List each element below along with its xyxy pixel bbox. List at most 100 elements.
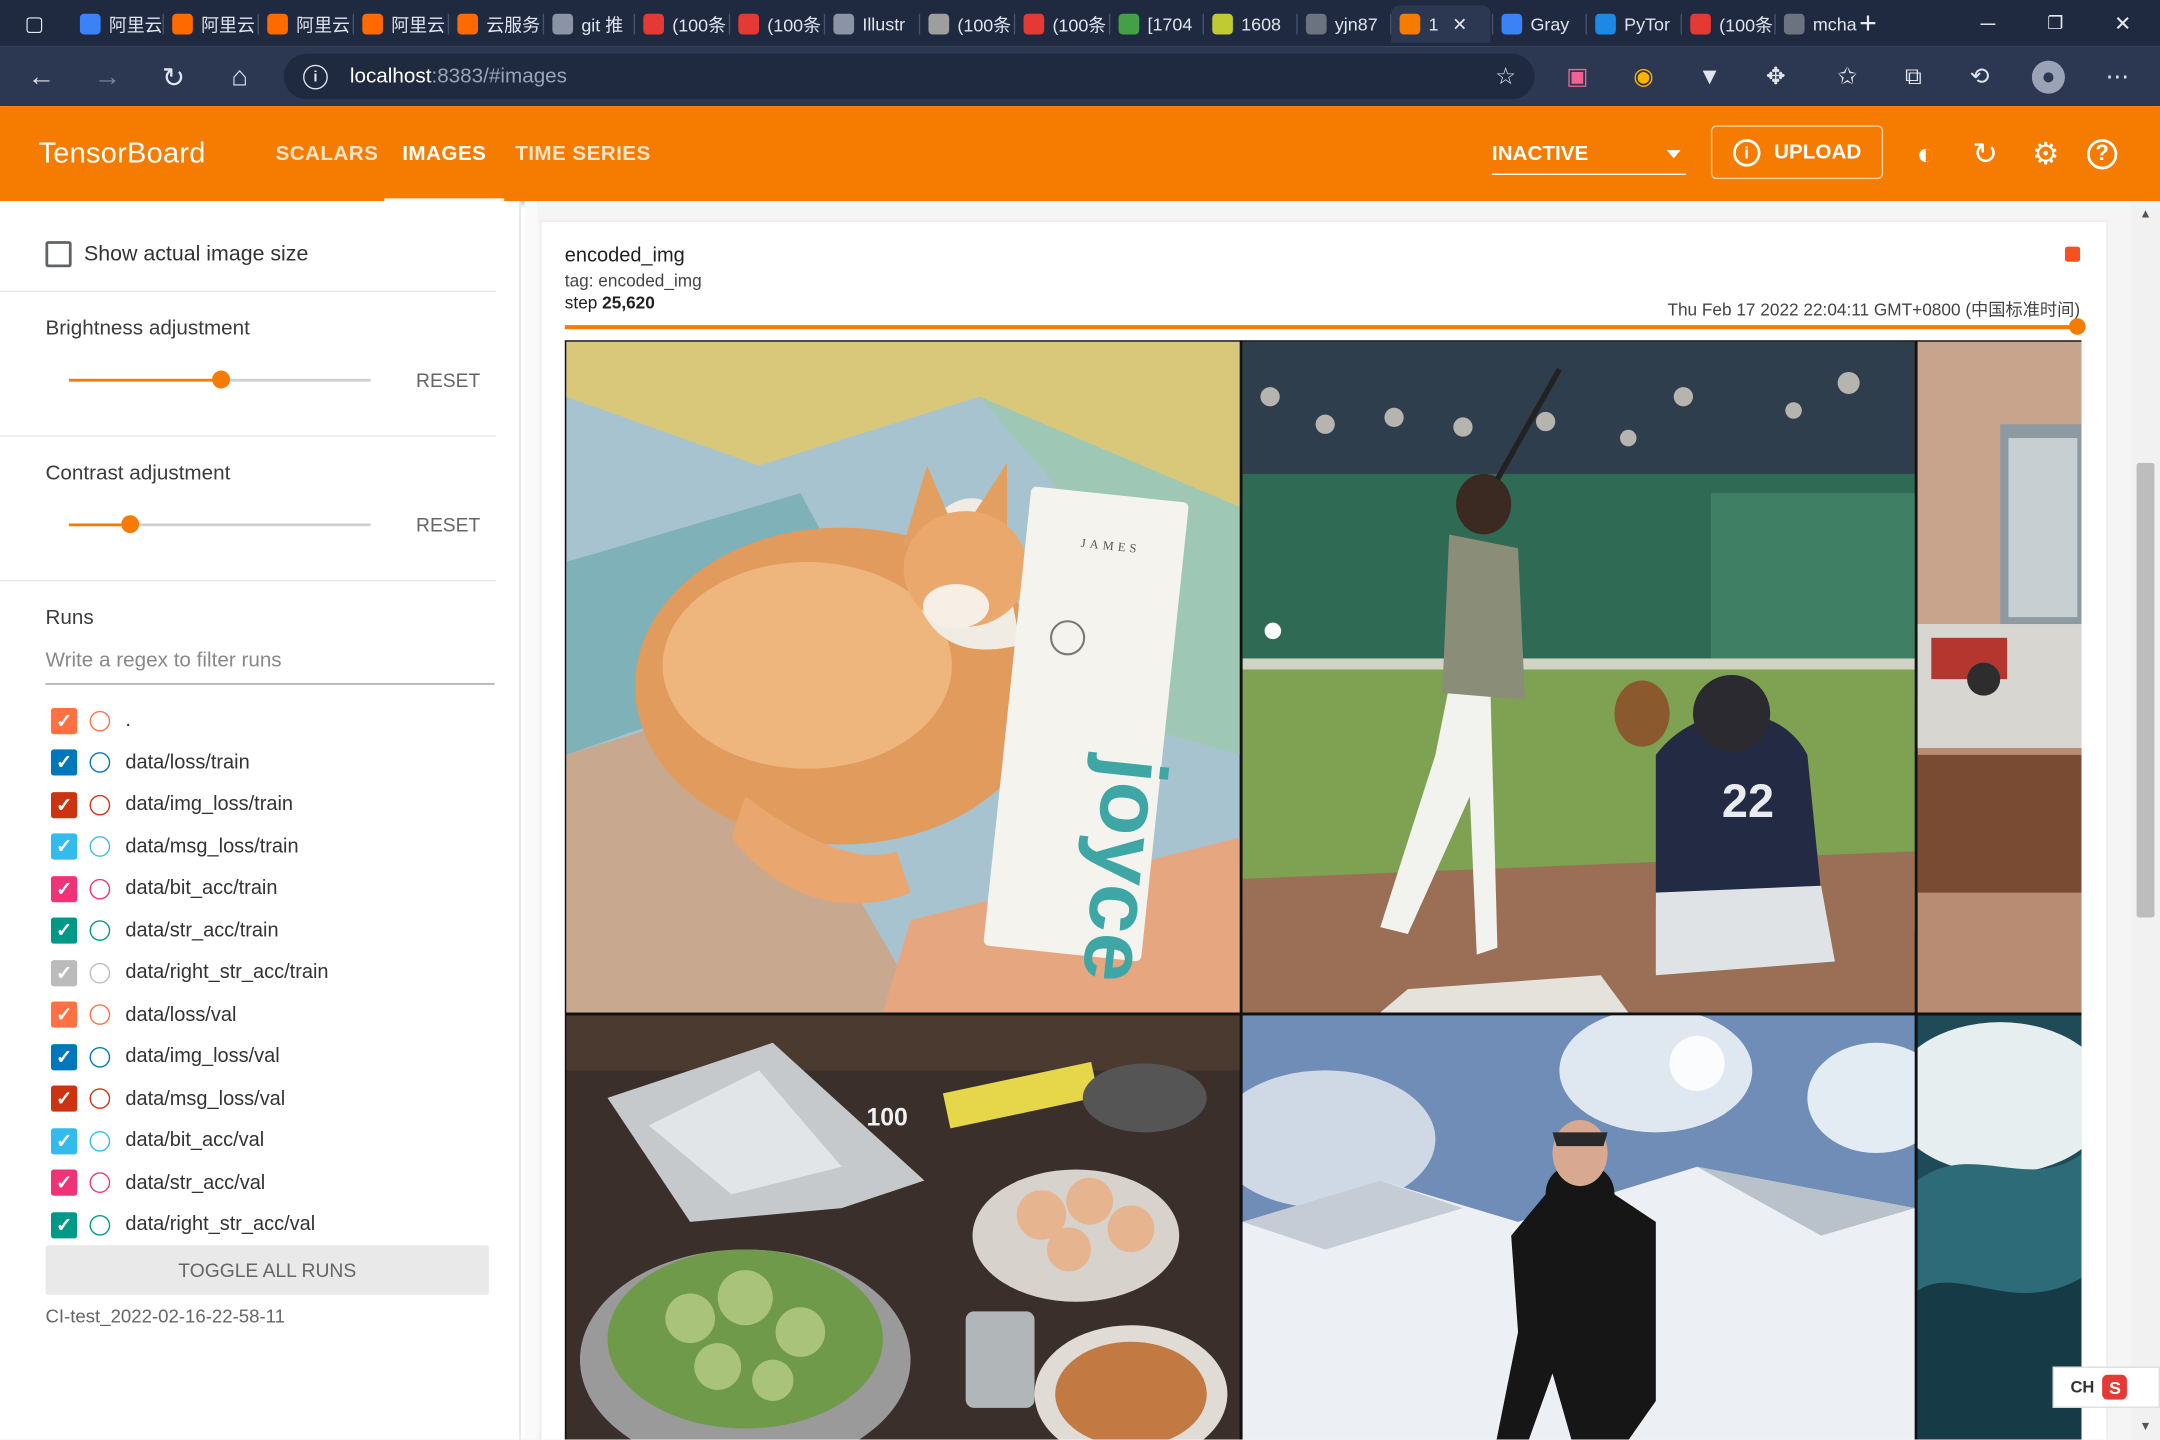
brightness-slider[interactable] [68,370,371,389]
browser-tab[interactable]: 阿里云 [354,6,446,43]
settings-gear-icon[interactable]: ⚙ [2028,136,2064,172]
extension-tampermonkey-icon[interactable]: ◉ [1627,61,1660,94]
contrast-reset-button[interactable]: RESET [416,514,480,536]
browser-tab[interactable]: 阿里云 [259,6,351,43]
run-checkbox[interactable]: ✓ [50,707,78,734]
run-color-dot[interactable] [89,710,111,731]
run-checkbox[interactable]: ✓ [50,1001,78,1028]
browser-tab[interactable]: [1704 [1110,6,1201,43]
site-info-icon[interactable]: i [303,64,328,89]
run-checkbox[interactable]: ✓ [50,833,78,860]
run-row[interactable]: ✓ data/loss/train [0,742,496,783]
brightness-reset-button[interactable]: RESET [416,369,480,391]
run-row[interactable]: ✓ data/msg_loss/val [0,1078,496,1119]
browser-tab[interactable]: git 推 [544,6,632,43]
run-color-dot[interactable] [89,1088,111,1109]
run-row[interactable]: ✓ data/msg_loss/train [0,826,496,867]
close-tab-icon[interactable]: ✕ [1452,13,1467,35]
browser-tab[interactable]: 阿里云 [164,6,256,43]
run-checkbox[interactable]: ✓ [50,1211,78,1238]
tab-images[interactable]: IMAGES [384,142,505,203]
run-color-dot[interactable] [89,962,111,983]
run-row[interactable]: ✓ data/bit_acc/val [0,1120,496,1161]
contrast-slider[interactable] [68,515,371,534]
browser-tab[interactable]: 1 ✕ [1391,5,1491,43]
run-color-dot[interactable] [89,1004,111,1025]
run-checkbox[interactable]: ✓ [50,959,78,986]
more-menu-icon[interactable]: ⋯ [2101,61,2134,94]
home-icon[interactable]: ⌂ [220,58,259,97]
run-color-dot[interactable] [89,1046,111,1067]
minimize-button[interactable]: ─ [1973,8,2003,38]
brightness-knob[interactable] [211,370,230,389]
scrollbar-thumb[interactable] [2136,462,2155,918]
run-color-dot[interactable] [89,836,111,857]
ime-indicator[interactable]: CH S [2052,1366,2160,1408]
url-field[interactable]: i localhost:8383/#images [283,53,1535,100]
sidebar-scrollbar[interactable] [524,201,538,1440]
browser-tab[interactable]: (100条 [1682,6,1773,43]
tab-time-series[interactable]: TIME SERIES [515,142,650,165]
browser-tab[interactable]: PyTor [1587,6,1679,43]
tab-actions-icon[interactable]: ▢ [19,8,49,38]
forward-button[interactable]: → [88,58,127,97]
run-row[interactable]: ✓ data/right_str_acc/train [0,952,496,993]
browser-tab[interactable]: (100条 [1015,6,1107,43]
run-row[interactable]: ✓ data/right_str_acc/val [0,1204,496,1245]
run-row[interactable]: ✓ data/str_acc/val [0,1162,496,1203]
extension-robot-icon[interactable]: ▣ [1561,61,1594,94]
pin-icon[interactable] [2064,246,2081,262]
browser-tab[interactable]: Illustr [825,6,917,43]
browser-tab[interactable]: Gray [1493,6,1584,43]
run-color-dot[interactable] [89,1214,111,1235]
run-color-dot[interactable] [89,1130,111,1151]
show-actual-size-checkbox[interactable] [45,241,72,268]
run-color-dot[interactable] [89,920,111,941]
browser-tab[interactable]: (100条 [730,6,822,43]
run-checkbox[interactable]: ✓ [50,1085,78,1112]
browser-tab[interactable]: (100条 [635,6,727,43]
run-row[interactable]: ✓. [0,700,496,741]
step-slider-knob[interactable] [2069,318,2086,335]
browser-tab[interactable]: 阿里云 [72,6,161,43]
run-state-select[interactable]: INACTIVE [1491,142,1687,175]
run-color-dot[interactable] [89,752,111,773]
upload-button[interactable]: i UPLOAD [1710,125,1884,180]
run-checkbox[interactable]: ✓ [50,1169,78,1196]
extension-v-icon[interactable]: ▼ [1693,61,1726,94]
browser-tab[interactable]: yjn87 [1298,6,1389,43]
reload-data-icon[interactable]: ↻ [1967,136,2003,172]
run-color-dot[interactable] [89,1172,111,1193]
run-checkbox[interactable]: ✓ [50,917,78,944]
history-icon[interactable]: ⟲ [1963,61,1996,94]
help-icon[interactable]: ? [2086,139,2118,170]
add-favorite-icon[interactable]: ☆ [1489,61,1522,94]
close-window-button[interactable]: ✕ [2108,8,2138,38]
run-row[interactable]: ✓ data/img_loss/train [0,784,496,825]
run-checkbox[interactable]: ✓ [50,1043,78,1070]
run-checkbox[interactable]: ✓ [50,791,78,818]
browser-tab[interactable]: 云服务 [449,6,541,43]
scroll-down-icon[interactable]: ▼ [2139,1419,2151,1433]
extensions-puzzle-icon[interactable]: ✥ [1759,61,1792,94]
browser-tab[interactable]: 1608 [1204,6,1295,43]
favorites-icon[interactable]: ✩ [1831,61,1864,94]
scroll-up-icon[interactable]: ▲ [2139,207,2151,221]
tab-scalars[interactable]: SCALARS [276,142,379,165]
toggle-all-runs-button[interactable]: TOGGLE ALL RUNS [45,1245,490,1295]
run-checkbox[interactable]: ✓ [50,1127,78,1154]
profile-avatar[interactable]: ● [2031,60,2065,94]
collections-icon[interactable]: ⧉ [1897,61,1930,94]
run-color-dot[interactable] [89,794,111,815]
browser-tab[interactable]: (100条 [920,6,1012,43]
contrast-knob[interactable] [120,515,139,534]
run-checkbox[interactable]: ✓ [50,749,78,776]
run-row[interactable]: ✓ data/str_acc/train [0,910,496,951]
run-row[interactable]: ✓ data/img_loss/val [0,1036,496,1077]
new-tab-button[interactable]: + [1853,6,1883,40]
step-slider[interactable] [564,318,2086,335]
reload-icon[interactable]: ↻ [154,58,193,97]
page-scrollbar[interactable]: ▲ ▼ [2131,201,2160,1440]
theme-toggle-icon[interactable]: ◐ [1908,136,1944,172]
back-button[interactable]: ← [22,58,61,97]
